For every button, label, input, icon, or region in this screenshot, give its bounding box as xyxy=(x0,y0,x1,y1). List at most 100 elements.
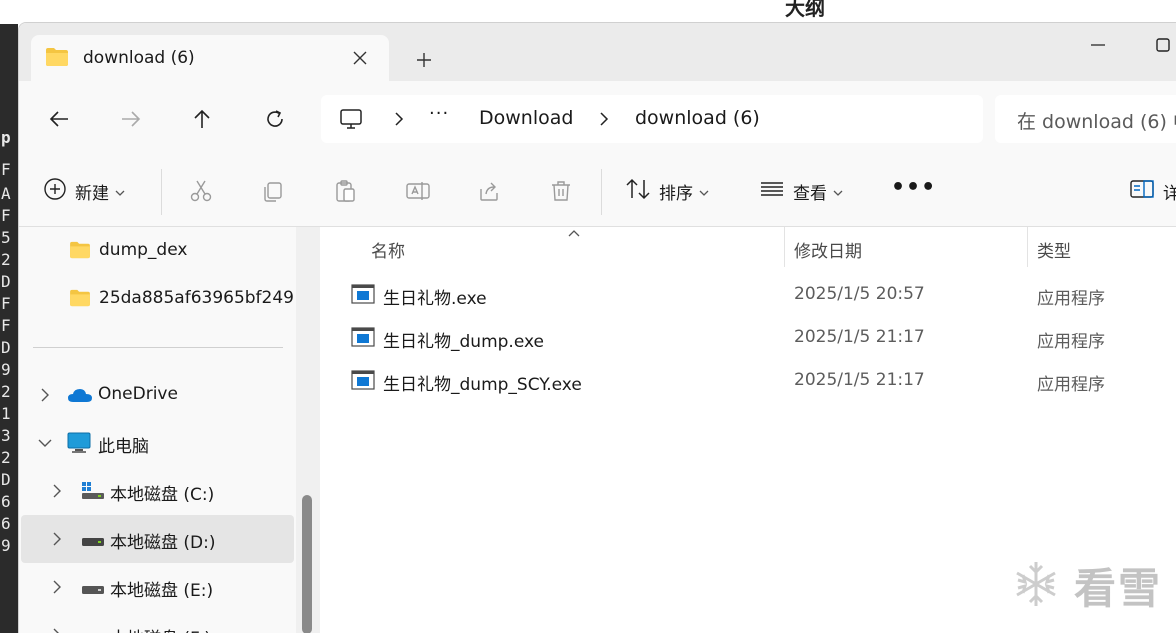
details-label: 详 xyxy=(1163,179,1176,204)
file-type: 应用程序 xyxy=(1037,289,1105,309)
terminal-char: A xyxy=(1,184,11,203)
arrow-left-icon[interactable] xyxy=(41,101,77,137)
sidebar-item-drive-f[interactable]: 本地磁盘 (F:) xyxy=(19,611,295,633)
breadcrumb-item[interactable]: Download xyxy=(479,107,573,129)
chevron-right-icon[interactable] xyxy=(37,387,53,403)
column-header-name[interactable]: 名称 xyxy=(371,237,405,262)
sidebar-scrollbar-thumb[interactable] xyxy=(302,495,312,633)
sidebar-item-label: OneDrive xyxy=(98,384,178,404)
sort-ascending-icon xyxy=(567,223,581,242)
tab-download[interactable]: download (6) xyxy=(31,35,389,82)
file-modified: 2025/1/5 20:57 xyxy=(794,284,925,304)
arrow-right-icon[interactable] xyxy=(113,101,149,137)
drive-icon xyxy=(81,629,105,633)
sidebar-item-label: 本地磁盘 (E:) xyxy=(110,581,214,601)
drive-icon xyxy=(81,533,105,552)
file-name: 生日礼物_dump.exe xyxy=(383,332,544,352)
windows-drive-icon xyxy=(81,481,105,505)
sidebar-item-drive-d[interactable]: 本地磁盘 (D:) xyxy=(21,515,294,563)
executable-icon xyxy=(351,284,375,308)
file-type: 应用程序 xyxy=(1037,332,1105,352)
column-divider[interactable] xyxy=(1027,227,1028,267)
sort-button[interactable]: 排序 xyxy=(625,173,709,209)
address-bar[interactable]: ··· Download download (6) xyxy=(321,95,983,143)
chevron-right-icon[interactable] xyxy=(49,579,65,595)
delete-icon[interactable] xyxy=(549,173,573,209)
terminal-char: F xyxy=(1,206,11,225)
sidebar-item-label: dump_dex xyxy=(99,240,188,260)
folder-icon xyxy=(69,241,91,263)
file-modified: 2025/1/5 21:17 xyxy=(794,327,925,347)
background-title: 大纲 xyxy=(785,0,825,20)
watermark-text: 看雪 xyxy=(1074,564,1163,613)
terminal-char: 6 xyxy=(1,492,11,511)
file-name: 生日礼物.exe xyxy=(383,289,487,309)
column-header-type[interactable]: 类型 xyxy=(1037,237,1071,262)
sidebar-item-drive-c[interactable]: 本地磁盘 (C:) xyxy=(19,467,295,515)
chevron-right-icon[interactable] xyxy=(49,483,65,499)
cloud-icon xyxy=(67,387,93,407)
executable-icon xyxy=(351,370,375,394)
divider xyxy=(161,169,162,215)
terminal-char: F xyxy=(1,294,11,313)
file-row[interactable]: 生日礼物_dump.exe 2025/1/5 21:17 应用程序 xyxy=(321,317,1176,360)
view-button[interactable]: 查看 xyxy=(759,173,843,209)
breadcrumb-item[interactable]: download (6) xyxy=(635,107,760,129)
sort-label: 排序 xyxy=(659,183,693,204)
sidebar-item-label: 此电脑 xyxy=(98,437,149,457)
copy-icon[interactable] xyxy=(261,173,285,209)
breadcrumb-more[interactable]: ··· xyxy=(429,103,449,124)
file-row[interactable]: 生日礼物_dump_SCY.exe 2025/1/5 21:17 应用程序 xyxy=(321,360,1176,403)
navigation-pane: dump_dex 25da885af63965bf249 OneDrive 此电… xyxy=(19,227,320,633)
view-list-icon xyxy=(759,177,785,205)
sidebar-item-dump-dex[interactable]: dump_dex xyxy=(19,227,295,275)
sidebar-item-onedrive[interactable]: OneDrive xyxy=(19,371,295,419)
plus-icon[interactable] xyxy=(409,45,439,75)
column-divider[interactable] xyxy=(784,227,785,267)
cut-icon[interactable] xyxy=(189,173,213,209)
title-bar: download (6) xyxy=(19,23,1176,82)
refresh-icon[interactable] xyxy=(257,101,293,137)
column-header-modified[interactable]: 修改日期 xyxy=(794,237,862,262)
terminal-char: 2 xyxy=(1,448,11,467)
rename-icon[interactable] xyxy=(405,173,431,209)
minimize-icon[interactable] xyxy=(1081,33,1113,57)
sidebar-item-label: 本地磁盘 (D:) xyxy=(110,533,216,553)
terminal-char: 9 xyxy=(1,536,11,555)
terminal-char: 6 xyxy=(1,514,11,533)
new-button[interactable]: 新建 xyxy=(43,173,125,209)
file-type: 应用程序 xyxy=(1037,375,1105,395)
terminal-char: 2 xyxy=(1,382,11,401)
sidebar-item-this-pc[interactable]: 此电脑 xyxy=(19,419,295,467)
sidebar-item-drive-e[interactable]: 本地磁盘 (E:) xyxy=(19,563,295,611)
chevron-down-icon xyxy=(115,182,125,201)
close-tab-icon[interactable] xyxy=(345,43,375,73)
search-placeholder: 在 download (6) 中 xyxy=(1017,111,1176,133)
drive-icon xyxy=(81,581,105,600)
chevron-down-icon[interactable] xyxy=(37,435,53,451)
sort-icon xyxy=(625,177,651,205)
details-pane-button[interactable]: 详 xyxy=(1129,173,1176,209)
folder-icon xyxy=(69,289,91,311)
arrow-up-icon[interactable] xyxy=(184,101,220,137)
chevron-right-icon[interactable] xyxy=(596,111,612,127)
watermark: 看雪 xyxy=(1010,555,1162,616)
more-options-button[interactable]: ••• xyxy=(891,175,936,200)
search-box[interactable]: 在 download (6) 中 xyxy=(995,95,1176,143)
navigation-bar: ··· Download download (6) 在 download (6)… xyxy=(19,81,1176,155)
maximize-icon[interactable] xyxy=(1147,33,1176,57)
plus-circle-icon xyxy=(43,177,67,205)
paste-icon[interactable] xyxy=(333,173,357,209)
terminal-char: F xyxy=(1,160,11,179)
monitor-icon xyxy=(67,432,91,458)
chevron-right-icon[interactable] xyxy=(391,111,407,127)
tab-label: download (6) xyxy=(83,48,195,68)
share-icon[interactable] xyxy=(477,173,501,209)
chevron-right-icon[interactable] xyxy=(49,531,65,547)
new-label: 新建 xyxy=(75,183,109,204)
file-row[interactable]: 生日礼物.exe 2025/1/5 20:57 应用程序 xyxy=(321,274,1176,317)
terminal-char: p xyxy=(1,128,11,147)
this-pc-icon[interactable] xyxy=(339,107,363,135)
sidebar-item-hash-folder[interactable]: 25da885af63965bf249 xyxy=(19,275,295,323)
chevron-right-icon[interactable] xyxy=(49,627,65,633)
